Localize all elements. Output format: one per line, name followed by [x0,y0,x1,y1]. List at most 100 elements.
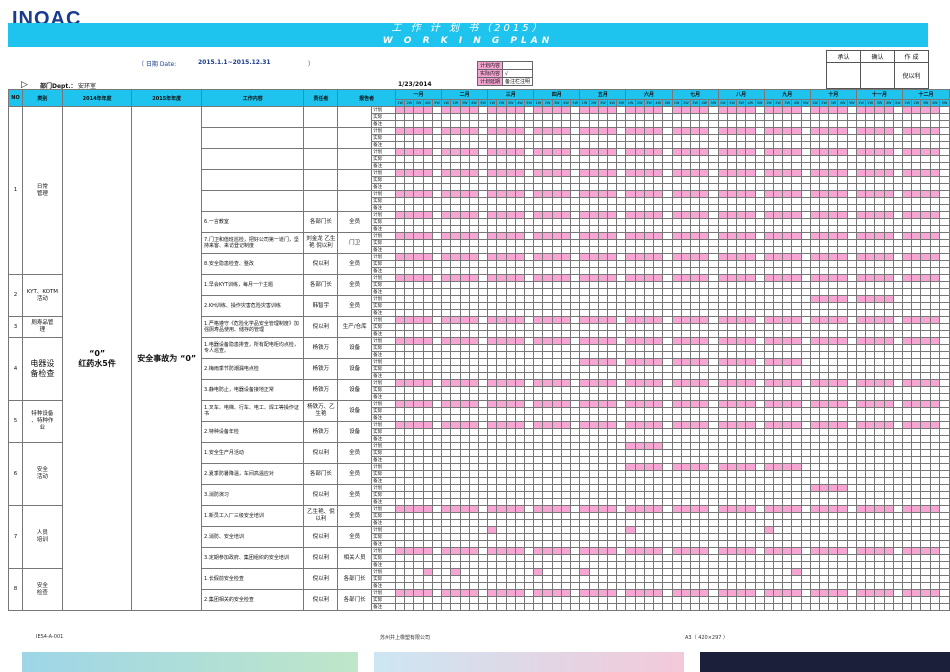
plan-cell [763,288,774,296]
plan-cell [828,120,839,128]
plan-cell-filled [643,190,655,198]
plan-cell [496,435,507,443]
plan-cell [929,540,940,548]
plan-cell [763,197,774,205]
plan-cell-filled [699,211,710,219]
plan-cell [616,575,627,583]
plan-cell [643,162,655,170]
plan-cell [865,358,876,366]
plan-cell [404,309,415,317]
plan-cell [938,302,950,310]
plan-cell [422,393,433,401]
plan-cell [634,141,645,149]
plan-cell [772,344,784,352]
plan-cell [404,197,415,205]
plan-cell-filled [828,421,839,429]
plan-cell [929,330,940,338]
plan-cell [653,372,664,380]
plan-cell-filled [514,253,526,261]
plan-cell [394,442,406,450]
plan-cell [901,526,913,534]
plan-cell [837,442,848,450]
plan-cell-filled [450,547,461,555]
plan-cell [754,218,765,226]
plan-cell [938,246,950,254]
plan-cell [689,344,701,352]
plan-cell-filled [643,106,655,114]
plan-cell [726,512,738,520]
plan-cell [588,176,599,184]
plan-cell [560,204,572,212]
plan-cell [865,582,876,590]
plan-cell [616,561,627,569]
plan-cell [459,134,470,142]
plan-cell-filled [763,127,774,135]
week-header: 3W [505,99,516,107]
plan-cell [837,141,848,149]
plan-cell-filled [920,127,931,135]
plan-cell [404,428,415,436]
plan-cell [772,456,784,464]
plan-cell [800,330,811,338]
plan-cell [551,386,562,394]
plan-cell-filled [689,547,701,555]
plan-cell [901,281,913,289]
plan-cell-filled [579,568,590,576]
plan-cell [809,554,821,562]
plan-cell-filled [782,400,793,408]
plan-cell [597,498,609,506]
plan-cell [394,344,406,352]
plan-cell [708,428,719,436]
plan-cell [772,120,784,128]
plan-cell [533,176,544,184]
plan-cell [413,456,424,464]
plan-cell [671,449,682,457]
plan-cell [441,603,452,611]
row-kind-label: 实际 [371,386,396,394]
task-description: 2.梅雨季节防潮漏电点检 [201,358,305,380]
task-description: 2.特种设备年检 [201,421,305,443]
plan-cell [634,407,645,415]
plan-cell [772,484,784,492]
plan-cell-filled [542,190,553,198]
plan-cell-filled [413,232,424,240]
plan-cell [828,309,839,317]
plan-cell-filled [874,253,885,261]
plan-cell-filled [929,274,940,282]
plan-cell-filled [671,421,682,429]
plan-cell [542,281,553,289]
plan-cell [920,120,931,128]
row-kind-label: 实际 [371,344,396,352]
plan-cell [699,267,710,275]
plan-cell [938,351,950,359]
plan-cell [726,414,738,422]
plan-cell [450,239,461,247]
plan-cell [680,344,691,352]
plan-cell-filled [625,400,636,408]
plan-cell-filled [422,190,433,198]
plan-cell [505,568,516,576]
plan-cell-filled [782,211,793,219]
plan-cell [699,442,710,450]
plan-cell [459,603,470,611]
plan-cell-filled [422,505,433,513]
plan-cell [938,547,950,555]
row-kind-label: 备注 [371,561,396,569]
plan-cell [496,358,507,366]
plan-cell [846,106,857,114]
plan-cell [524,491,535,499]
plan-cell [736,183,747,191]
plan-cell [514,498,526,506]
plan-cell-filled [597,127,609,135]
plan-cell [422,526,433,534]
plan-cell [662,498,673,506]
plan-cell [579,120,590,128]
plan-cell [422,575,433,583]
plan-cell [782,414,793,422]
plan-cell-filled [920,106,931,114]
plan-cell [782,176,793,184]
plan-cell [570,316,581,324]
plan-cell [579,407,590,415]
plan-cell [911,281,922,289]
plan-cell [643,491,655,499]
